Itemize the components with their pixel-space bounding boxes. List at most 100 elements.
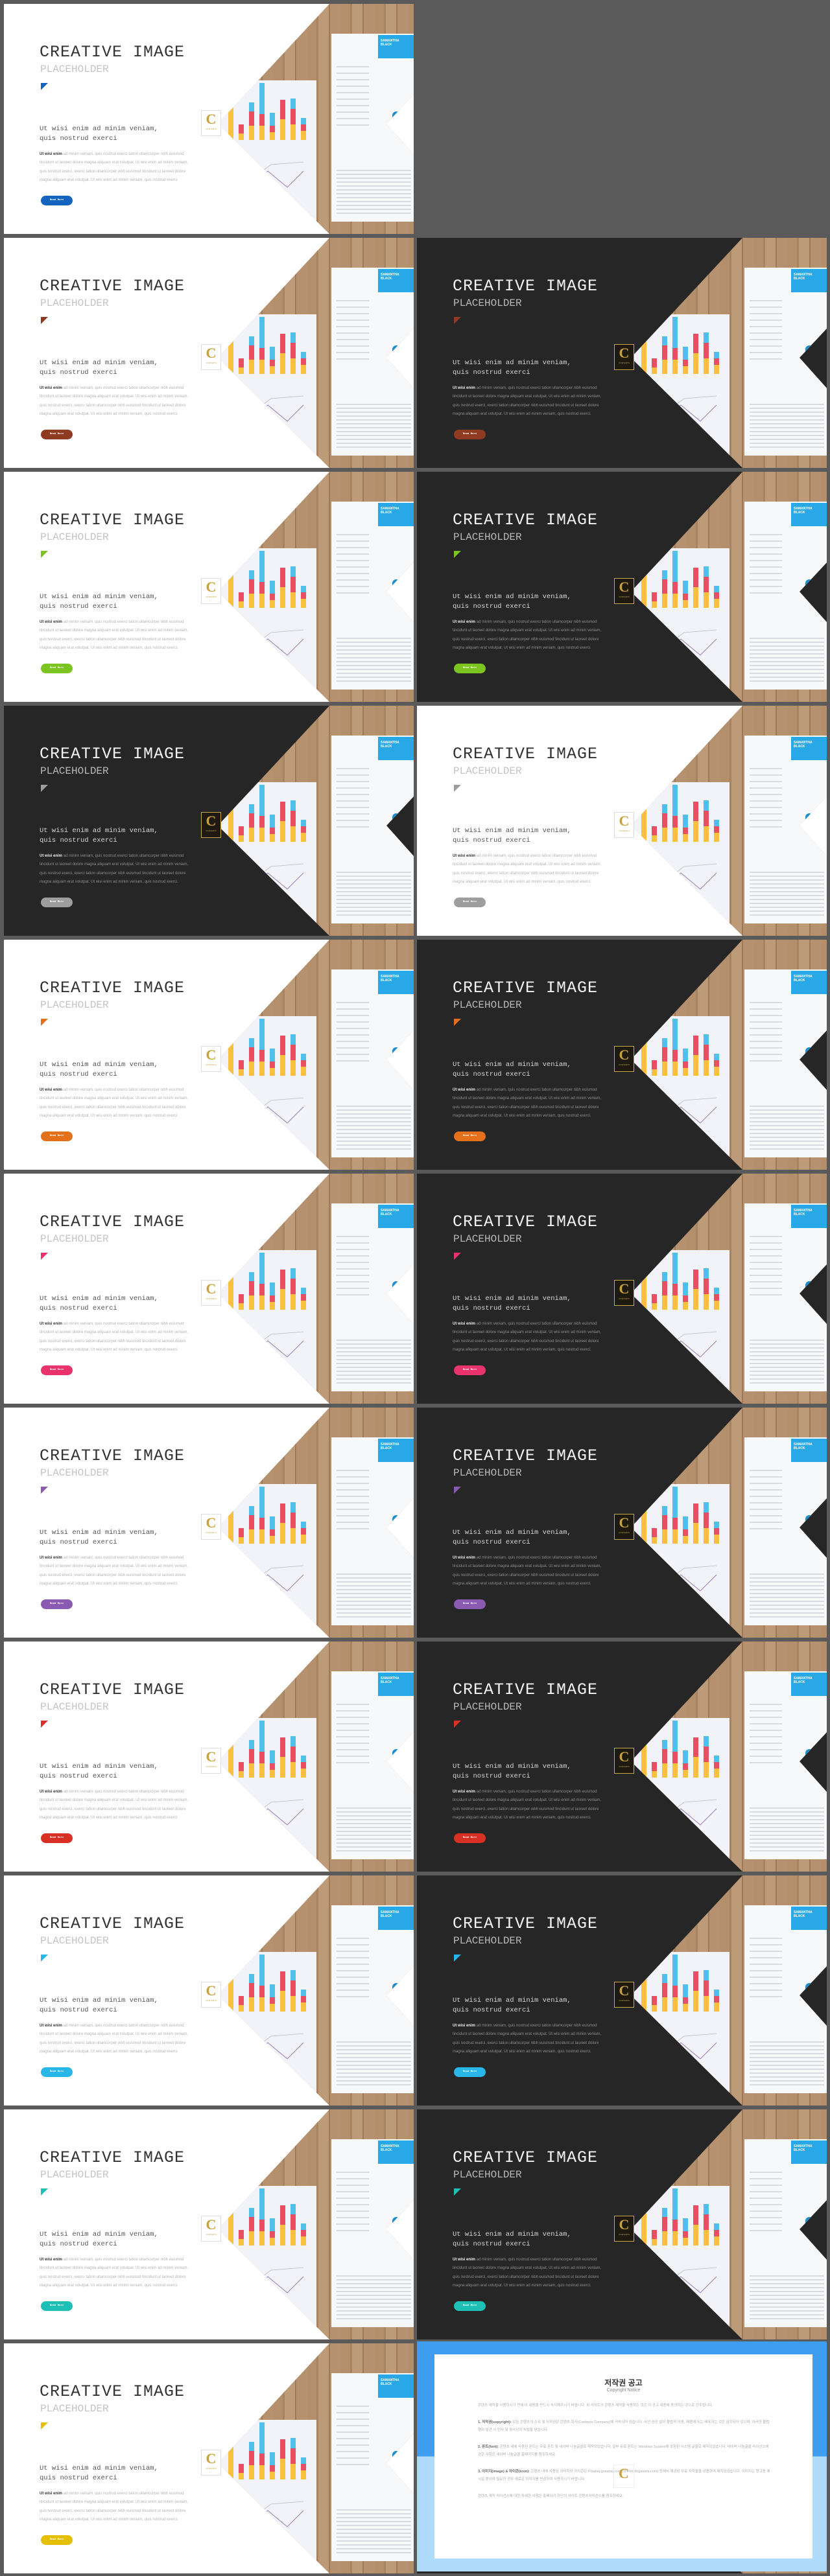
lead-text: Ut wisi enim ad minim veniam, quis nostru… [40,1060,208,1080]
copyright-body: 콘텐츠 제작을 사용하시기 전에 이 내용을 반드시 숙지해주시기 바랍니다. … [478,2402,771,2509]
resume-name: SAMANTHA BLACK [381,1677,399,1684]
accent-triangle-icon [41,83,48,90]
resume-text-line [337,657,411,658]
lead-line: Ut wisi enim ad minim veniam, [453,1061,571,1069]
resume-text-line [337,2444,369,2446]
read-more-button[interactable]: Read More [454,2301,486,2311]
read-more-button[interactable]: Read More [454,1131,486,1141]
resume-name: SAMANTHA BLACK [794,2144,812,2152]
read-more-button[interactable]: Read More [454,898,486,907]
resume-text-line [750,1811,824,1813]
resume-text-line [337,2529,411,2530]
resume-text-line [750,768,782,769]
resume-text-line [750,415,824,417]
resume-text-line [337,1839,411,1840]
lead-line: Ut wisi enim ad minim veniam, [40,2231,158,2238]
resume-text-line [337,345,369,347]
chart-paper [632,1479,729,1628]
accent-triangle-icon [41,1721,48,1728]
read-more-button[interactable]: Read More [41,430,73,439]
user-icon [805,1983,813,1992]
read-more-button[interactable]: Read More [41,196,73,205]
read-more-button[interactable]: Read More [41,1599,73,1609]
resume-text-line [337,1957,369,1958]
resume-text-line [750,820,782,821]
read-more-button[interactable]: Read More [41,1365,73,1375]
slide-title: CREATIVE IMAGE [453,979,599,997]
chart-paper [632,777,729,926]
slide-title: CREATIVE IMAGE [40,1446,185,1465]
line-chart [658,1097,717,1127]
resume-text-line [337,1515,369,1516]
paragraph-bold: Ut wisi enim [453,1322,476,1326]
resume-text-line [337,443,411,444]
resume-text-line [750,1589,824,1590]
read-more-button[interactable]: Read More [41,2301,73,2311]
resume-text-line [337,2283,411,2284]
resume-text-line [337,201,411,202]
resume-text-line [750,794,782,795]
read-more-button[interactable]: Read More [41,2067,73,2077]
accent-triangle-icon [41,2422,48,2430]
chart-bar-red [641,555,646,574]
copyright-section-2: 2. 폰트(font): 콘텐츠 내에 사용된 폰트는 무료 폰트 및 네이버 … [478,2443,771,2459]
chart-line [658,1799,717,1822]
lead-line: Ut wisi enim ad minim veniam, [453,1997,571,2004]
chart-line [658,1574,717,1595]
resume-text-line [750,1141,824,1142]
resume-paper: SAMANTHA BLACK [744,1203,827,1391]
resume-text-line [750,1730,782,1731]
read-more-button[interactable]: Read More [41,1131,73,1141]
paragraph-bold: Ut wisi enim [453,386,476,390]
resume-text-line [750,1756,782,1757]
resume-text-line [750,1148,824,1150]
resume-text-line [750,1577,824,1579]
resume-text-line [750,2287,824,2288]
read-more-button[interactable]: Read More [454,1833,486,1843]
read-more-button[interactable]: Read More [41,664,73,673]
resume-name: SAMANTHA BLACK [794,1443,812,1450]
read-more-button[interactable]: Read More [454,1365,486,1375]
read-more-button[interactable]: Read More [41,898,73,907]
resume-text-line [337,813,369,815]
slide-subtitle: PLACEHOLDER [453,297,522,309]
resume-name: SAMANTHA BLACK [381,1443,399,1450]
read-more-button[interactable]: Read More [41,2535,73,2545]
slide-title: CREATIVE IMAGE [40,745,185,763]
slide-subtitle: PLACEHOLDER [453,999,522,1011]
paragraph-text: ad minim veniam, quis nostrud exerci tat… [40,1556,189,1586]
resume-text-line [337,1585,411,1586]
resume-text-line [337,1359,411,1360]
lead-text: Ut wisi enim ad minim veniam, quis nostru… [40,1294,208,1314]
resume-text-line [337,2314,411,2315]
resume-text-line [750,1249,782,1250]
body-paragraph: Ut wisi enim ad minim veniam, quis nostr… [40,2490,195,2525]
copyright-panel: 저작권 공고 Copyright Notice 콘텐츠 제작을 사용하시기 전에… [434,2354,812,2559]
resume-text-line [750,800,782,802]
read-more-button[interactable]: Read More [454,1599,486,1609]
chart-bar-red [228,87,233,106]
resume-name: SAMANTHA BLACK [794,975,812,982]
read-more-button[interactable]: Read More [41,1833,73,1843]
resume-text-line [750,1060,782,1062]
lead-line: quis nostrud exerci [453,837,530,844]
chart-line [244,2510,304,2531]
resume-text-line [750,2172,782,2173]
resume-text-line [750,1951,782,1952]
resume-text-line [337,2198,369,2199]
resume-text-line [337,1021,369,1023]
resume-text-line [337,118,369,119]
resume-text-line [337,638,411,639]
resume-text-line [750,307,782,308]
resume-text-line [750,404,824,405]
resume-text-line [750,1121,824,1122]
resume-text-line [750,1736,782,1737]
read-more-button[interactable]: Read More [454,2067,486,2077]
resume-text-line [337,1054,369,1055]
resume-text-line [750,1347,824,1349]
resume-text-line [337,170,411,171]
lead-line: quis nostrud exerci [453,603,530,610]
read-more-button[interactable]: Read More [454,430,486,439]
resume-text-line [750,1117,824,1119]
read-more-button[interactable]: Read More [454,664,486,673]
